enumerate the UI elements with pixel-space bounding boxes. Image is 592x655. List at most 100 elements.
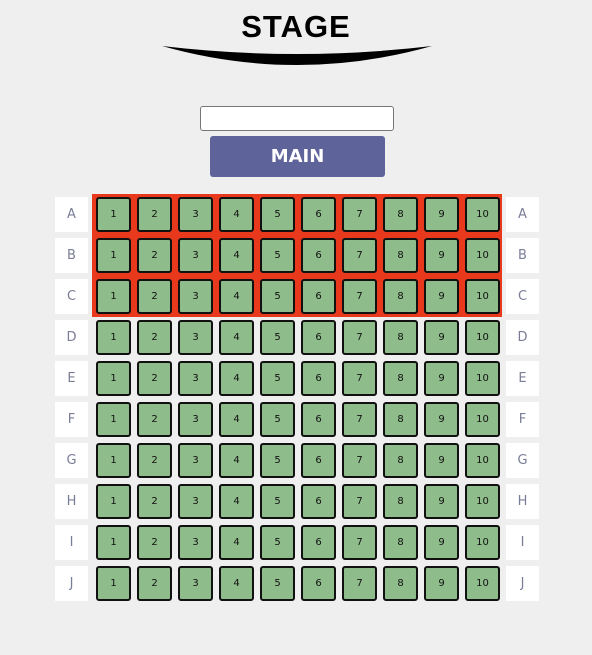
seat-g-2[interactable]: 2 [137, 443, 172, 478]
seat-g-3[interactable]: 3 [178, 443, 213, 478]
seat-e-4[interactable]: 4 [219, 361, 254, 396]
seat-e-9[interactable]: 9 [424, 361, 459, 396]
seat-g-7[interactable]: 7 [342, 443, 377, 478]
seat-f-2[interactable]: 2 [137, 402, 172, 437]
seat-a-7[interactable]: 7 [342, 197, 377, 232]
seat-e-1[interactable]: 1 [96, 361, 131, 396]
seat-a-3[interactable]: 3 [178, 197, 213, 232]
seat-g-10[interactable]: 10 [465, 443, 500, 478]
seat-g-1[interactable]: 1 [96, 443, 131, 478]
seat-i-4[interactable]: 4 [219, 525, 254, 560]
seat-a-6[interactable]: 6 [301, 197, 336, 232]
seat-d-1[interactable]: 1 [96, 320, 131, 355]
seat-c-4[interactable]: 4 [219, 279, 254, 314]
seat-a-5[interactable]: 5 [260, 197, 295, 232]
seat-i-9[interactable]: 9 [424, 525, 459, 560]
seat-a-4[interactable]: 4 [219, 197, 254, 232]
seat-j-7[interactable]: 7 [342, 566, 377, 601]
seat-i-10[interactable]: 10 [465, 525, 500, 560]
seat-i-3[interactable]: 3 [178, 525, 213, 560]
seat-i-6[interactable]: 6 [301, 525, 336, 560]
seat-g-4[interactable]: 4 [219, 443, 254, 478]
seat-c-3[interactable]: 3 [178, 279, 213, 314]
seat-b-8[interactable]: 8 [383, 238, 418, 273]
seat-c-1[interactable]: 1 [96, 279, 131, 314]
seat-d-8[interactable]: 8 [383, 320, 418, 355]
seat-j-2[interactable]: 2 [137, 566, 172, 601]
seat-d-9[interactable]: 9 [424, 320, 459, 355]
seat-c-6[interactable]: 6 [301, 279, 336, 314]
seat-j-3[interactable]: 3 [178, 566, 213, 601]
seat-b-10[interactable]: 10 [465, 238, 500, 273]
seat-f-10[interactable]: 10 [465, 402, 500, 437]
seat-d-6[interactable]: 6 [301, 320, 336, 355]
seat-e-10[interactable]: 10 [465, 361, 500, 396]
seat-h-8[interactable]: 8 [383, 484, 418, 519]
seat-g-9[interactable]: 9 [424, 443, 459, 478]
seat-h-7[interactable]: 7 [342, 484, 377, 519]
seat-e-8[interactable]: 8 [383, 361, 418, 396]
seat-b-2[interactable]: 2 [137, 238, 172, 273]
seat-a-9[interactable]: 9 [424, 197, 459, 232]
stage-input[interactable] [200, 106, 394, 131]
seat-b-6[interactable]: 6 [301, 238, 336, 273]
seat-f-1[interactable]: 1 [96, 402, 131, 437]
seat-d-7[interactable]: 7 [342, 320, 377, 355]
seat-f-3[interactable]: 3 [178, 402, 213, 437]
seat-e-6[interactable]: 6 [301, 361, 336, 396]
seat-g-8[interactable]: 8 [383, 443, 418, 478]
seat-b-5[interactable]: 5 [260, 238, 295, 273]
seat-h-4[interactable]: 4 [219, 484, 254, 519]
seat-b-3[interactable]: 3 [178, 238, 213, 273]
seat-j-4[interactable]: 4 [219, 566, 254, 601]
seat-f-9[interactable]: 9 [424, 402, 459, 437]
seat-d-4[interactable]: 4 [219, 320, 254, 355]
seat-h-2[interactable]: 2 [137, 484, 172, 519]
seat-c-5[interactable]: 5 [260, 279, 295, 314]
seat-f-7[interactable]: 7 [342, 402, 377, 437]
seat-i-8[interactable]: 8 [383, 525, 418, 560]
seat-h-1[interactable]: 1 [96, 484, 131, 519]
seat-j-1[interactable]: 1 [96, 566, 131, 601]
seat-j-9[interactable]: 9 [424, 566, 459, 601]
seat-j-10[interactable]: 10 [465, 566, 500, 601]
seat-b-1[interactable]: 1 [96, 238, 131, 273]
seat-a-2[interactable]: 2 [137, 197, 172, 232]
seat-f-8[interactable]: 8 [383, 402, 418, 437]
seat-c-2[interactable]: 2 [137, 279, 172, 314]
seat-i-2[interactable]: 2 [137, 525, 172, 560]
seat-b-9[interactable]: 9 [424, 238, 459, 273]
seat-b-7[interactable]: 7 [342, 238, 377, 273]
seat-a-10[interactable]: 10 [465, 197, 500, 232]
seat-e-7[interactable]: 7 [342, 361, 377, 396]
main-button[interactable]: MAIN [210, 136, 385, 177]
seat-d-2[interactable]: 2 [137, 320, 172, 355]
seat-c-9[interactable]: 9 [424, 279, 459, 314]
seat-h-3[interactable]: 3 [178, 484, 213, 519]
seat-g-5[interactable]: 5 [260, 443, 295, 478]
seat-g-6[interactable]: 6 [301, 443, 336, 478]
seat-c-7[interactable]: 7 [342, 279, 377, 314]
seat-i-5[interactable]: 5 [260, 525, 295, 560]
seat-h-10[interactable]: 10 [465, 484, 500, 519]
seat-f-5[interactable]: 5 [260, 402, 295, 437]
seat-d-5[interactable]: 5 [260, 320, 295, 355]
seat-i-7[interactable]: 7 [342, 525, 377, 560]
seat-f-4[interactable]: 4 [219, 402, 254, 437]
seat-e-3[interactable]: 3 [178, 361, 213, 396]
seat-j-8[interactable]: 8 [383, 566, 418, 601]
seat-j-6[interactable]: 6 [301, 566, 336, 601]
seat-f-6[interactable]: 6 [301, 402, 336, 437]
seat-b-4[interactable]: 4 [219, 238, 254, 273]
seat-e-2[interactable]: 2 [137, 361, 172, 396]
seat-h-5[interactable]: 5 [260, 484, 295, 519]
seat-a-1[interactable]: 1 [96, 197, 131, 232]
seat-a-8[interactable]: 8 [383, 197, 418, 232]
seat-e-5[interactable]: 5 [260, 361, 295, 396]
seat-i-1[interactable]: 1 [96, 525, 131, 560]
seat-h-9[interactable]: 9 [424, 484, 459, 519]
seat-d-10[interactable]: 10 [465, 320, 500, 355]
seat-h-6[interactable]: 6 [301, 484, 336, 519]
seat-d-3[interactable]: 3 [178, 320, 213, 355]
seat-j-5[interactable]: 5 [260, 566, 295, 601]
